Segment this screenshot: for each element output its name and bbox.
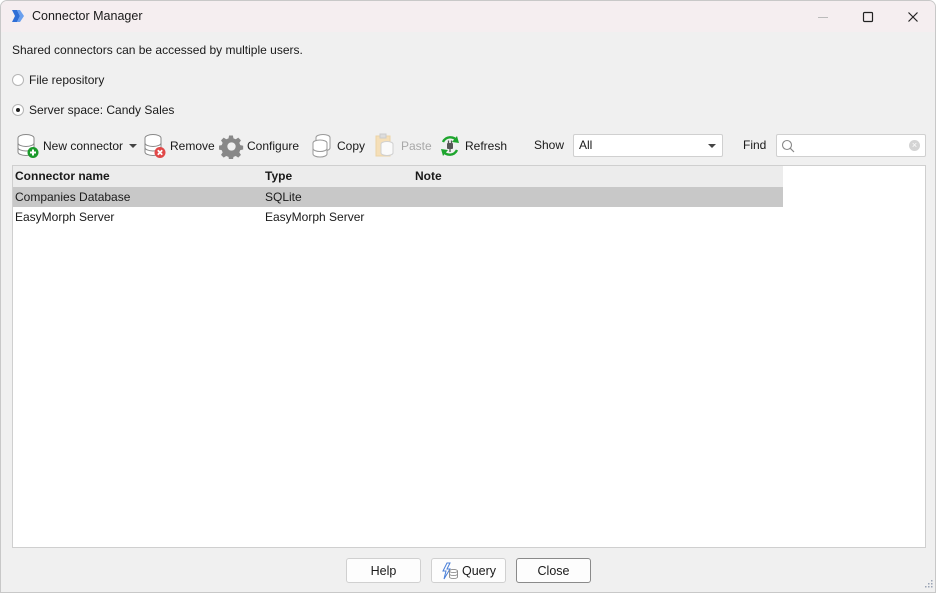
close-icon bbox=[908, 11, 918, 22]
app-logo-icon bbox=[11, 9, 25, 23]
column-header-connector-name[interactable]: Connector name bbox=[13, 166, 263, 187]
radio-label: Server space: Candy Sales bbox=[29, 103, 175, 117]
refresh-plug-icon bbox=[441, 136, 459, 156]
table-row[interactable]: Companies Database SQLite bbox=[13, 187, 783, 207]
clipboard-paste-icon bbox=[375, 133, 394, 157]
help-label: Help bbox=[370, 563, 397, 578]
database-copy-icon bbox=[312, 134, 331, 158]
radio-label: File repository bbox=[29, 73, 105, 87]
dropdown-caret-icon bbox=[129, 144, 138, 148]
new-connector-button[interactable]: New connector bbox=[16, 132, 138, 160]
radio-button-selected[interactable] bbox=[12, 104, 24, 116]
maximize-button[interactable] bbox=[845, 1, 891, 32]
connector-type-cell: SQLite bbox=[265, 190, 302, 204]
description-text: Shared connectors can be accessed by mul… bbox=[12, 43, 303, 57]
show-filter-dropdown[interactable]: All bbox=[573, 134, 723, 157]
connector-note-cell bbox=[413, 187, 783, 207]
chevron-down-icon bbox=[708, 144, 716, 148]
remove-label: Remove bbox=[170, 139, 215, 153]
connector-type-cell: EasyMorph Server bbox=[265, 210, 365, 224]
resize-grip-icon[interactable] bbox=[923, 580, 933, 590]
column-header-type[interactable]: Type bbox=[263, 166, 413, 187]
close-window-button[interactable] bbox=[890, 1, 935, 32]
connector-name-cell: EasyMorph Server bbox=[15, 210, 115, 224]
connector-note-cell bbox=[413, 207, 783, 227]
gear-icon bbox=[219, 134, 244, 159]
find-label: Find bbox=[743, 138, 767, 152]
refresh-button[interactable]: Refresh bbox=[438, 132, 507, 160]
minimize-icon bbox=[818, 16, 828, 18]
maximize-icon bbox=[862, 11, 874, 22]
show-label: Show bbox=[534, 138, 565, 152]
minimize-button[interactable] bbox=[800, 1, 846, 32]
copy-label: Copy bbox=[337, 139, 366, 153]
table-row[interactable]: EasyMorph Server EasyMorph Server bbox=[13, 207, 783, 227]
paste-button[interactable]: Paste bbox=[374, 132, 432, 160]
query-button[interactable]: Query bbox=[431, 558, 506, 583]
find-search-box[interactable]: × bbox=[776, 134, 926, 157]
connector-manager-window: Connector Manager Shared connectors can … bbox=[0, 0, 936, 593]
configure-label: Configure bbox=[247, 139, 300, 153]
remove-button[interactable]: Remove bbox=[143, 132, 215, 160]
close-label: Close bbox=[537, 563, 570, 578]
show-selected-value: All bbox=[579, 138, 593, 152]
radio-button[interactable] bbox=[12, 74, 24, 86]
copy-button[interactable]: Copy bbox=[310, 132, 365, 160]
radio-file-repository[interactable]: File repository bbox=[12, 73, 104, 87]
query-lightning-database-icon bbox=[442, 562, 458, 579]
window-title: Connector Manager bbox=[32, 9, 143, 23]
query-label: Query bbox=[461, 563, 497, 578]
clear-search-icon[interactable]: × bbox=[909, 140, 920, 151]
find-input[interactable] bbox=[797, 137, 907, 154]
close-button[interactable]: Close bbox=[516, 558, 591, 583]
column-header-note[interactable]: Note bbox=[413, 166, 783, 187]
radio-server-space[interactable]: Server space: Candy Sales bbox=[12, 103, 174, 117]
refresh-label: Refresh bbox=[465, 139, 508, 153]
database-add-icon bbox=[17, 134, 39, 158]
search-icon bbox=[781, 139, 795, 153]
new-connector-label: New connector bbox=[43, 139, 124, 153]
connectors-table: Connector name Type Note Companies Datab… bbox=[12, 165, 926, 548]
help-button[interactable]: Help bbox=[346, 558, 421, 583]
configure-button[interactable]: Configure bbox=[219, 132, 299, 160]
title-bar: Connector Manager bbox=[1, 1, 935, 32]
paste-label: Paste bbox=[401, 139, 432, 153]
database-remove-icon bbox=[144, 134, 166, 158]
table-header: Connector name Type Note bbox=[13, 166, 783, 187]
connector-name-cell: Companies Database bbox=[15, 190, 131, 204]
